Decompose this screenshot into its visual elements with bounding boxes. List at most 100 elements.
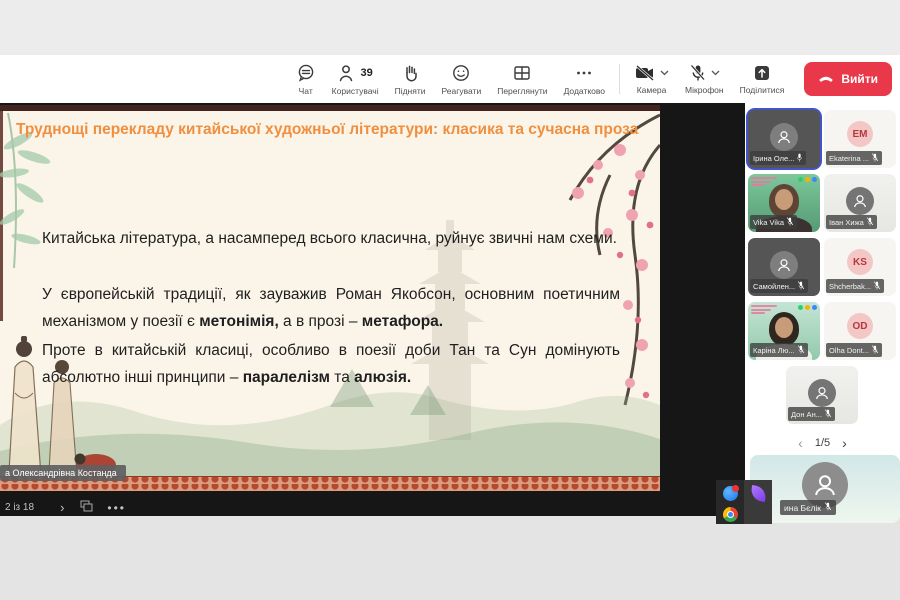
- share-screen-button[interactable]: Поділитися: [732, 55, 793, 103]
- mic-muted-icon: [786, 217, 794, 228]
- mic-muted-icon: [871, 153, 879, 164]
- mic-muted-icon: [824, 502, 832, 513]
- participants-count-badge: 39: [361, 67, 373, 79]
- self-name: ина Бєлік: [784, 503, 821, 513]
- mic-off-icon: [689, 64, 707, 82]
- participant-name: Дон Ан...: [791, 410, 822, 419]
- desktop-bottom-strip: [0, 516, 900, 600]
- leave-meeting-label: Вийти: [841, 72, 878, 86]
- avatar: [770, 251, 798, 279]
- camera-off-icon: [634, 64, 656, 82]
- presentation-slide: Труднощі перекладу китайської художньої …: [0, 105, 660, 491]
- mic-muted-icon: [824, 409, 832, 420]
- participant-tile[interactable]: OD Olha Dont...: [824, 302, 896, 360]
- video-overlay-logos: [798, 305, 817, 310]
- participant-initials: KS: [847, 249, 873, 275]
- phone-hangup-icon: [818, 72, 834, 86]
- share-screen-icon: [753, 64, 771, 82]
- leave-meeting-button[interactable]: Вийти: [804, 62, 892, 96]
- pagination-prev-button[interactable]: ‹: [798, 437, 803, 449]
- react-smiley-icon: [451, 63, 471, 83]
- react-label: Реагувати: [442, 86, 482, 96]
- mic-chevron-icon[interactable]: [711, 70, 720, 76]
- chat-icon: [296, 63, 316, 83]
- share-screen-label: Поділитися: [740, 85, 785, 95]
- participant-initials: OD: [847, 313, 873, 339]
- camera-label: Камера: [637, 85, 667, 95]
- presenter-name-tag: а Олександрівна Костанда: [0, 465, 126, 481]
- participant-tile[interactable]: KS Shcherbak...: [824, 238, 896, 296]
- overlay-app-window: [716, 480, 772, 524]
- avatar: [808, 379, 836, 407]
- view-button[interactable]: Переглянути: [489, 55, 555, 103]
- more-button[interactable]: Додатково: [556, 55, 613, 103]
- slide-left-border: [0, 111, 3, 321]
- mic-muted-icon: [866, 217, 874, 228]
- slide-paragraph-2: У європейській традиції, як зауважив Ром…: [42, 281, 620, 335]
- self-view-tile[interactable]: ина Бєлік: [750, 455, 900, 523]
- mic-label: Мікрофон: [685, 85, 724, 95]
- more-ellipsis-icon: [574, 63, 594, 83]
- slide-sorter-icon[interactable]: [80, 499, 93, 517]
- chat-button[interactable]: Чат: [288, 55, 324, 103]
- video-overlay-logos: [798, 177, 817, 182]
- participant-tile[interactable]: Іван Хижа: [824, 174, 896, 232]
- participant-tile-video[interactable]: Каріна Лю...: [748, 302, 820, 360]
- participant-name: Іван Хижа: [829, 218, 864, 227]
- participants-label: Користувачі: [332, 86, 379, 96]
- pagination-page-indicator: 1/5: [815, 437, 830, 449]
- mic-button[interactable]: Мікрофон: [677, 55, 732, 103]
- participant-name: Olha Dont...: [829, 346, 869, 355]
- react-button[interactable]: Реагувати: [434, 55, 490, 103]
- ppt-control-bar: 2 із 18 › •••: [0, 499, 745, 516]
- mic-on-icon: [796, 153, 803, 164]
- mic-muted-icon: [873, 281, 881, 292]
- participant-name: Самойлен...: [753, 282, 795, 291]
- shared-screen-area: Труднощі перекладу китайської художньої …: [0, 103, 745, 516]
- ppt-more-button[interactable]: •••: [107, 505, 126, 511]
- participants-button[interactable]: 39 Користувачі: [324, 55, 387, 103]
- raise-hand-label: Підняти: [395, 86, 426, 96]
- raise-hand-icon: [400, 63, 420, 83]
- slide-title: Труднощі перекладу китайської художньої …: [16, 120, 651, 139]
- avatar: [770, 123, 798, 151]
- participants-icon: [338, 63, 356, 83]
- view-label: Переглянути: [497, 86, 547, 96]
- participant-initials: EM: [847, 121, 873, 147]
- chrome-app-icon[interactable]: [723, 507, 738, 522]
- slide-counter: 2 із 18: [5, 502, 34, 513]
- meeting-toolbar: Чат 39 Користувачі Підняти: [0, 55, 900, 103]
- camera-chevron-icon[interactable]: [660, 70, 669, 76]
- participant-tile-video[interactable]: Vika Vika: [748, 174, 820, 232]
- browser-app-icon[interactable]: [723, 486, 738, 501]
- participant-name: Vika Vika: [753, 218, 784, 227]
- video-overlay-banner: [751, 305, 777, 314]
- slide-top-border: [0, 105, 660, 111]
- participant-name: Shcherbak...: [829, 282, 871, 291]
- next-slide-button[interactable]: ›: [60, 503, 64, 513]
- slide-paragraph-1: Китайська література, а насамперед всьог…: [42, 225, 620, 252]
- participant-tile[interactable]: Самойлен...: [748, 238, 820, 296]
- raise-hand-button[interactable]: Підняти: [387, 55, 434, 103]
- chat-label: Чат: [299, 86, 313, 96]
- avatar: [846, 187, 874, 215]
- chrome-icon-center: [727, 511, 734, 518]
- participant-name: Ірина Оле...: [753, 154, 794, 163]
- mic-muted-icon: [797, 345, 805, 356]
- participant-tile[interactable]: Дон Ан...: [786, 366, 858, 424]
- participant-name: Каріна Лю...: [753, 346, 795, 355]
- slide-paragraph-3: Проте в китайській класиці, особливо в п…: [42, 337, 620, 391]
- participant-name: Ekaterina ...: [829, 154, 869, 163]
- app-window: Чат 39 Користувачі Підняти: [0, 0, 900, 600]
- camera-button[interactable]: Камера: [626, 55, 677, 103]
- view-grid-icon: [512, 63, 532, 83]
- pagination-next-button[interactable]: ›: [842, 437, 847, 449]
- video-overlay-banner: [751, 177, 777, 186]
- desktop-top-strip: [0, 0, 900, 55]
- mic-muted-icon: [871, 345, 879, 356]
- participant-tile[interactable]: Ірина Оле...: [748, 110, 820, 168]
- toolbar-divider: [619, 64, 620, 94]
- participant-tile[interactable]: EM Ekaterina ...: [824, 110, 896, 168]
- participants-pagination: ‹ 1/5 ›: [745, 437, 900, 449]
- mic-muted-icon: [797, 281, 805, 292]
